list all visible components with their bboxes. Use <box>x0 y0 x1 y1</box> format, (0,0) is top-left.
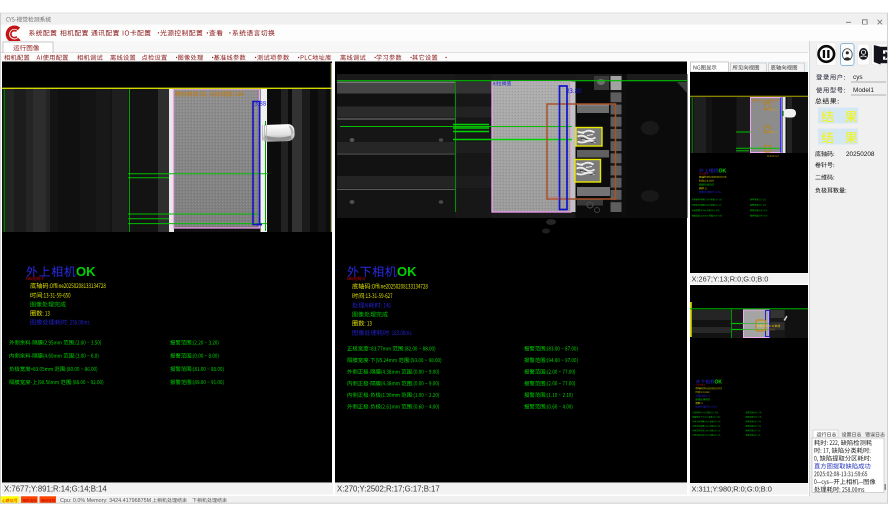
svg-text:X:267;Y:13;R:0;G:0;B:0: X:267;Y:13;R:0;G:0;B:0 <box>692 274 769 283</box>
svg-text:OK: OK <box>397 264 417 279</box>
svg-text:OK: OK <box>719 168 727 174</box>
svg-text:X:7677;Y:891;R:14;G:14;B:14: X:7677;Y:891;R:14;G:14;B:14 <box>4 485 107 494</box>
svg-text:OK: OK <box>76 264 96 279</box>
svg-text:X:270;Y:2502;R:17;G:17;B:17: X:270;Y:2502;R:17;G:17;B:17 <box>337 485 440 494</box>
svg-text:OK: OK <box>715 379 723 385</box>
svg-text:20250208: 20250208 <box>846 151 875 158</box>
svg-text:X:311;Y:980;R:0;G:0;B:0: X:311;Y:980;R:0;G:0;B:0 <box>692 485 772 494</box>
svg-text:cys: cys <box>853 74 863 81</box>
svg-text:Model1: Model1 <box>853 87 874 94</box>
